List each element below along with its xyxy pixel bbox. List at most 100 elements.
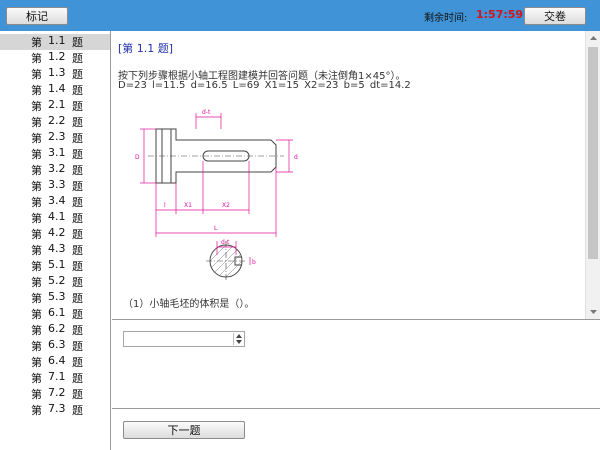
sidebar-item-prefix: 第	[31, 292, 42, 305]
label-X1: X1	[184, 202, 192, 209]
sidebar-item-suffix: 题	[72, 52, 83, 65]
sidebar-item-number: 4.1	[48, 210, 66, 223]
sidebar-item-prefix: 第	[31, 84, 42, 97]
sidebar-item-number: 6.4	[48, 354, 66, 367]
sidebar-item-suffix: 题	[72, 116, 83, 129]
sidebar-item-suffix: 题	[72, 260, 83, 273]
sidebar-item-number: 5.1	[48, 258, 66, 271]
sidebar-item-number: 1.3	[48, 66, 66, 79]
question-scrollbar[interactable]	[585, 31, 600, 319]
sidebar-item-prefix: 第	[31, 340, 42, 353]
shaft-drawing: d-t D d l X1 X2 L d-t b	[135, 109, 298, 281]
sidebar-question-item[interactable]: 第 7.3 题	[0, 402, 110, 418]
sidebar-item-prefix: 第	[31, 148, 42, 161]
mark-button[interactable]: 标记	[6, 7, 68, 25]
question-parameters: D=23 l=11.5 d=16.5 L=69 X1=15 X2=23 b=5 …	[118, 80, 411, 91]
sidebar-item-suffix: 题	[72, 180, 83, 193]
sidebar-item-number: 1.4	[48, 82, 66, 95]
answer-select[interactable]	[123, 331, 245, 347]
sidebar-question-item[interactable]: 第 4.3 题	[0, 242, 110, 258]
sidebar-item-number: 5.3	[48, 290, 66, 303]
sidebar-item-prefix: 第	[31, 324, 42, 337]
sidebar-item-suffix: 题	[72, 276, 83, 289]
sidebar-item-prefix: 第	[31, 308, 42, 321]
sidebar-item-suffix: 题	[72, 292, 83, 305]
sidebar-item-prefix: 第	[31, 260, 42, 273]
sidebar-item-number: 3.3	[48, 178, 66, 191]
sidebar-item-prefix: 第	[31, 132, 42, 145]
label-b: b	[252, 259, 256, 266]
sidebar-question-item[interactable]: 第 3.4 题	[0, 194, 110, 210]
question-title: [第 1.1 题]	[118, 42, 174, 55]
top-toolbar: 标记 剩余时间: 1:57:59 交卷	[0, 0, 600, 31]
sidebar-item-number: 2.1	[48, 98, 66, 111]
sidebar-question-item[interactable]: 第 6.4 题	[0, 354, 110, 370]
label-L: L	[214, 225, 218, 232]
sidebar-question-item[interactable]: 第 3.1 题	[0, 146, 110, 162]
sidebar-item-number: 2.3	[48, 130, 66, 143]
sidebar-item-prefix: 第	[31, 68, 42, 81]
sidebar-question-item[interactable]: 第 6.1 题	[0, 306, 110, 322]
sidebar-question-item[interactable]: 第 4.1 题	[0, 210, 110, 226]
sidebar-item-prefix: 第	[31, 372, 42, 385]
submit-exam-button[interactable]: 交卷	[524, 7, 586, 25]
sidebar-item-suffix: 题	[72, 356, 83, 369]
sidebar-question-item[interactable]: 第 1.4 题	[0, 82, 110, 98]
sidebar-item-suffix: 题	[72, 36, 83, 49]
sidebar-item-prefix: 第	[31, 228, 42, 241]
sidebar-question-item[interactable]: 第 3.3 题	[0, 178, 110, 194]
sidebar-question-item[interactable]: 第 6.2 题	[0, 322, 110, 338]
sidebar-item-number: 3.4	[48, 194, 66, 207]
sidebar-item-prefix: 第	[31, 212, 42, 225]
sidebar-question-item[interactable]: 第 2.2 题	[0, 114, 110, 130]
sidebar-question-item[interactable]: 第 5.1 题	[0, 258, 110, 274]
sidebar-question-item[interactable]: 第 5.3 题	[0, 290, 110, 306]
sidebar-item-suffix: 题	[72, 308, 83, 321]
sidebar-item-prefix: 第	[31, 244, 42, 257]
sidebar-question-item[interactable]: 第 1.3 题	[0, 66, 110, 82]
sidebar-item-prefix: 第	[31, 36, 42, 49]
sidebar-item-number: 2.2	[48, 114, 66, 127]
spin-down-icon[interactable]	[236, 340, 242, 344]
sidebar-item-number: 6.1	[48, 306, 66, 319]
sidebar-item-number: 7.2	[48, 386, 66, 399]
sidebar-question-item[interactable]: 第 2.1 题	[0, 98, 110, 114]
sidebar-question-item[interactable]: 第 7.2 题	[0, 386, 110, 402]
sidebar-item-suffix: 题	[72, 228, 83, 241]
sidebar-item-prefix: 第	[31, 356, 42, 369]
question-list: 第 1.1 题第 1.2 题第 1.3 题第 1.4 题第 2.1 题第 2.2 题第 2.3 题第 3.1 题…	[0, 31, 111, 450]
sidebar-item-prefix: 第	[31, 164, 42, 177]
sidebar-question-item[interactable]: 第 1.1 题	[0, 34, 110, 50]
sidebar-item-number: 7.3	[48, 402, 66, 415]
answer-spinner[interactable]	[233, 333, 244, 345]
next-question-button[interactable]: 下一题	[123, 421, 245, 439]
label-D: D	[135, 154, 140, 161]
scroll-up-arrow-icon[interactable]	[586, 31, 600, 45]
scroll-down-arrow-icon[interactable]	[586, 305, 600, 319]
sidebar-question-item[interactable]: 第 5.2 题	[0, 274, 110, 290]
label-l: l	[164, 202, 166, 209]
sidebar-item-prefix: 第	[31, 276, 42, 289]
sidebar-question-item[interactable]: 第 4.2 题	[0, 226, 110, 242]
divider	[112, 408, 600, 409]
sidebar-question-item[interactable]: 第 7.1 题	[0, 370, 110, 386]
label-d-t-top: d-t	[202, 109, 211, 116]
divider	[112, 319, 600, 320]
sidebar-item-prefix: 第	[31, 180, 42, 193]
sidebar-item-suffix: 题	[72, 132, 83, 145]
sidebar-item-number: 6.3	[48, 338, 66, 351]
sidebar-item-suffix: 题	[72, 372, 83, 385]
sidebar-item-number: 5.2	[48, 274, 66, 287]
label-d: d	[294, 154, 298, 161]
sidebar-item-suffix: 题	[72, 212, 83, 225]
sidebar-item-suffix: 题	[72, 164, 83, 177]
sidebar-question-item[interactable]: 第 3.2 题	[0, 162, 110, 178]
spin-up-icon[interactable]	[236, 334, 242, 338]
sidebar-item-suffix: 题	[72, 324, 83, 337]
scroll-thumb[interactable]	[588, 47, 598, 259]
sidebar-item-prefix: 第	[31, 388, 42, 401]
sidebar-item-prefix: 第	[31, 196, 42, 209]
sidebar-question-item[interactable]: 第 2.3 题	[0, 130, 110, 146]
sidebar-question-item[interactable]: 第 6.3 题	[0, 338, 110, 354]
sidebar-question-item[interactable]: 第 1.2 题	[0, 50, 110, 66]
